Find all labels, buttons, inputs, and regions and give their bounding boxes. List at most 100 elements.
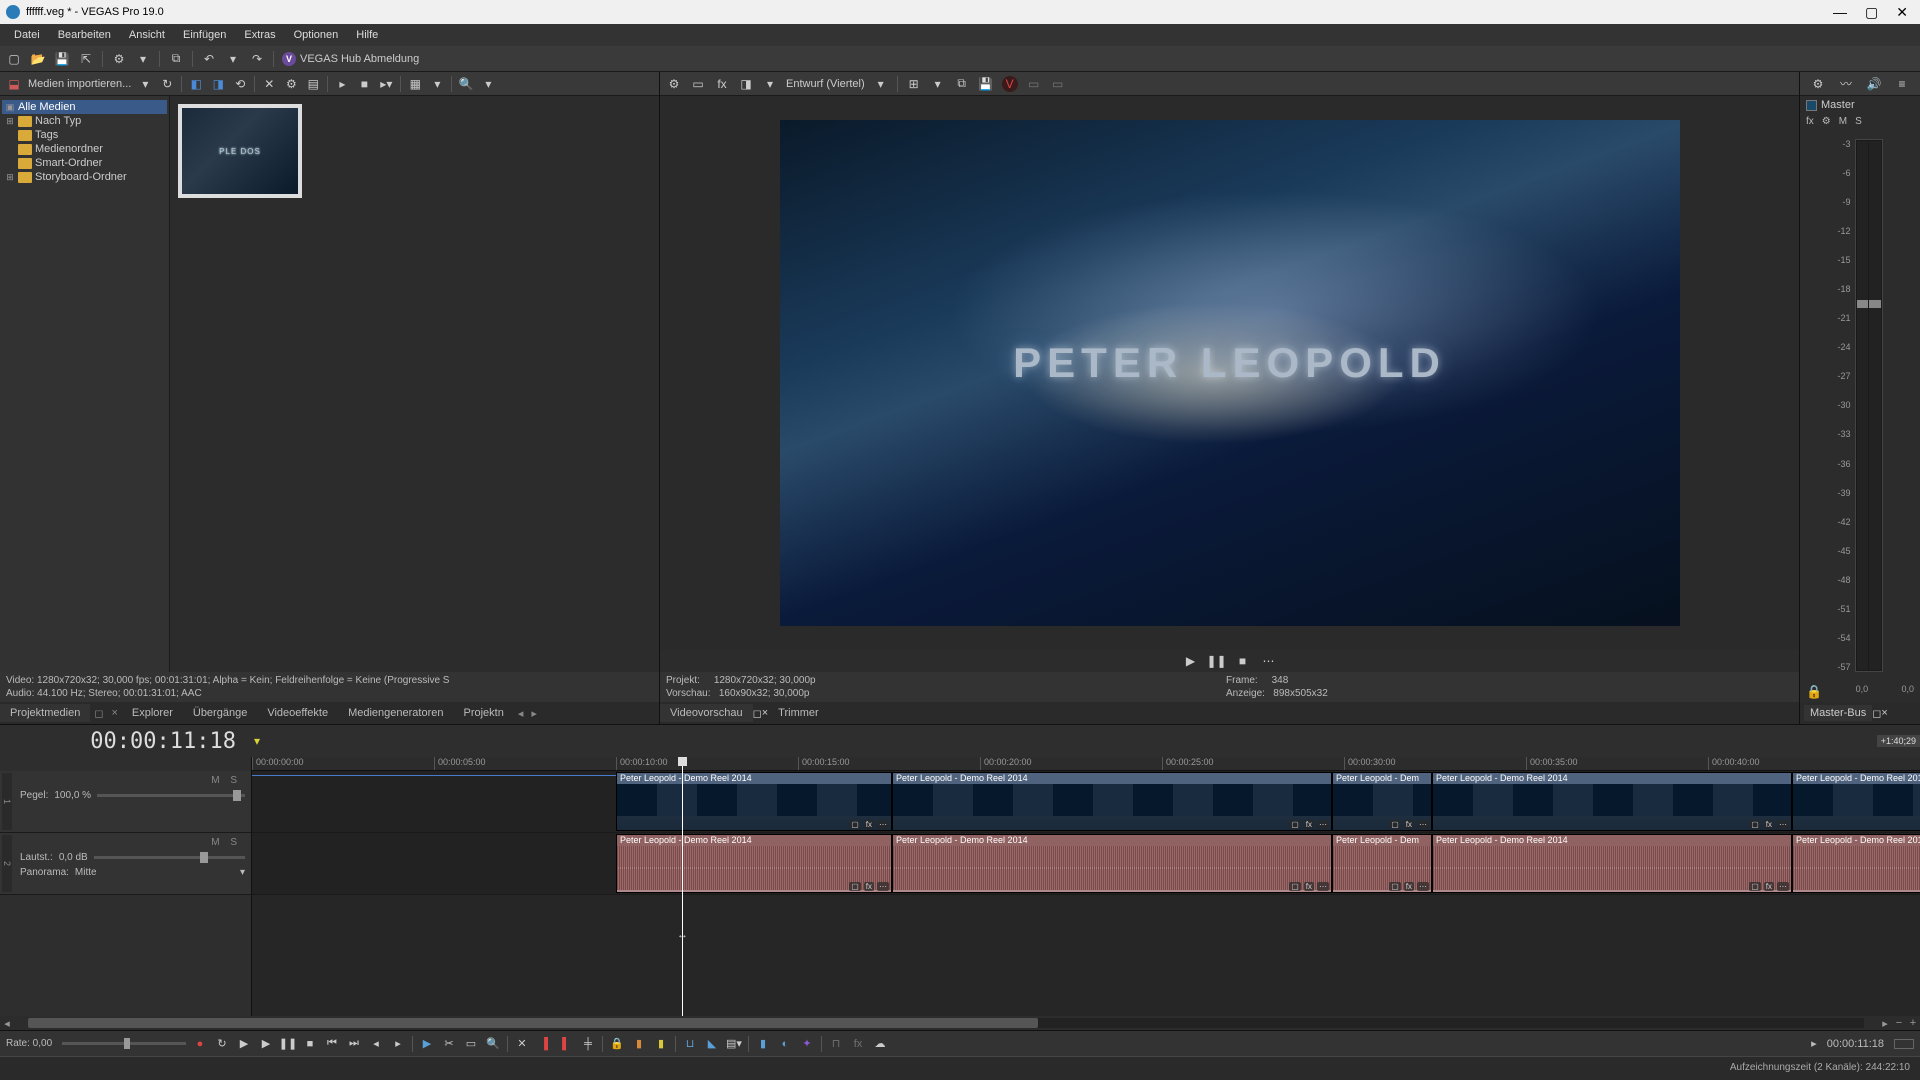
mixer-dim-icon[interactable]: 〰 bbox=[1838, 76, 1854, 92]
preview-grid-icon[interactable]: ⊞ bbox=[906, 76, 922, 92]
master-mute-button[interactable]: M bbox=[1839, 116, 1847, 127]
tabs-scroll-left-icon[interactable]: ◂ bbox=[514, 707, 528, 720]
audio-track-header[interactable]: 2 M S Lautst.: 0,0 dB Panorama: Mitte ▾ bbox=[0, 833, 251, 895]
tabs-scroll-right-icon[interactable]: ▸ bbox=[527, 707, 541, 720]
menu-optionen[interactable]: Optionen bbox=[286, 27, 347, 43]
video-clip[interactable]: Peter Leopold - Demo Reel 2014▢fx⋯ bbox=[616, 772, 892, 831]
play-start-button[interactable]: ▶ bbox=[236, 1036, 252, 1052]
mixer-settings-icon[interactable]: ⚙ bbox=[1810, 76, 1826, 92]
preview-fx-icon[interactable]: fx bbox=[714, 76, 730, 92]
video-track-header[interactable]: 1 M S Pegel: 100,0 % bbox=[0, 771, 251, 833]
menu-hilfe[interactable]: Hilfe bbox=[348, 27, 386, 43]
tab-close-icon[interactable]: × bbox=[107, 707, 121, 719]
minimize-button[interactable]: — bbox=[1833, 4, 1847, 21]
tree-tags[interactable]: Tags bbox=[2, 128, 167, 142]
video-clip[interactable]: Peter Leopold - Demo Reel 2014▢fx⋯ bbox=[892, 772, 1332, 831]
audio-clip[interactable]: Peter Leopold - Demo Reel 2014▢fx⋯ bbox=[616, 834, 892, 893]
upload-icon[interactable]: ☁ bbox=[872, 1036, 888, 1052]
tab-explorer[interactable]: Explorer bbox=[122, 704, 183, 722]
new-project-icon[interactable]: ▢ bbox=[6, 51, 22, 67]
menu-ansicht[interactable]: Ansicht bbox=[121, 27, 173, 43]
render-icon[interactable]: ⇱ bbox=[78, 51, 94, 67]
maximize-button[interactable]: ▢ bbox=[1865, 4, 1878, 21]
search-icon[interactable]: 🔍 bbox=[458, 76, 474, 92]
master-enable-checkbox[interactable] bbox=[1806, 100, 1817, 111]
video-track-mute-solo[interactable]: M S bbox=[211, 775, 241, 786]
tab-videoeffekte[interactable]: Videoeffekte bbox=[257, 704, 338, 722]
preview-quality-dropdown[interactable]: Entwurf (Viertel) bbox=[786, 78, 865, 90]
open-icon[interactable]: 📂 bbox=[30, 51, 46, 67]
preview-settings-icon[interactable]: ⚙ bbox=[666, 76, 682, 92]
video-clip[interactable]: Peter Leopold - Demo Reel 2014▢fx⋯ bbox=[1792, 772, 1920, 831]
tab-trimmer[interactable]: Trimmer bbox=[768, 704, 829, 722]
trim-end-icon[interactable]: ▌ bbox=[558, 1036, 574, 1052]
vegas-hub[interactable]: V VEGAS Hub Abmeldung bbox=[282, 52, 419, 66]
preview-overlays-dropdown-icon[interactable]: ▾ bbox=[930, 76, 946, 92]
redo-icon[interactable]: ↷ bbox=[249, 51, 265, 67]
tree-smart-ordner[interactable]: Smart-Ordner bbox=[2, 156, 167, 170]
media-thumbnail[interactable] bbox=[178, 104, 302, 198]
preview-vegas-icon[interactable]: V bbox=[1002, 76, 1018, 92]
menu-bearbeiten[interactable]: Bearbeiten bbox=[50, 27, 119, 43]
marker-orange-icon[interactable]: ▮ bbox=[631, 1036, 647, 1052]
preview-play-icon[interactable]: ▶ bbox=[1183, 653, 1199, 669]
stop-button[interactable]: ■ bbox=[302, 1036, 318, 1052]
quantize-icon[interactable]: ◣ bbox=[704, 1036, 720, 1052]
media-props-icon[interactable]: ⚙ bbox=[283, 76, 299, 92]
audio-clip[interactable]: Peter Leopold - Demo Reel 2014▢fx⋯ bbox=[1432, 834, 1792, 893]
audio-clip[interactable]: Peter Leopold - Dem▢fx⋯ bbox=[1332, 834, 1432, 893]
delete-icon[interactable]: ✕ bbox=[514, 1036, 530, 1052]
master-lock-icon[interactable]: 🔒 bbox=[1806, 684, 1822, 700]
mixer-downmix-icon[interactable]: 🔊 bbox=[1866, 76, 1882, 92]
preview-extra1-icon[interactable]: ▭ bbox=[1026, 76, 1042, 92]
tab-uebergaenge[interactable]: Übergänge bbox=[183, 704, 257, 722]
autofade-icon[interactable]: ◐ bbox=[777, 1036, 793, 1052]
next-frame-button[interactable]: ▸ bbox=[390, 1036, 406, 1052]
tag-blue-icon[interactable]: ◧ bbox=[188, 76, 204, 92]
rate-slider[interactable] bbox=[62, 1042, 186, 1045]
undo-dropdown-icon[interactable]: ▾ bbox=[225, 51, 241, 67]
color-curves-icon[interactable]: ✦ bbox=[799, 1036, 815, 1052]
go-end-button[interactable]: ⏭ bbox=[346, 1036, 362, 1052]
media-fx-icon[interactable]: ▤ bbox=[305, 76, 321, 92]
tab-projektmedien[interactable]: Projektmedien bbox=[0, 704, 90, 722]
preview-snapshot-icon[interactable]: ⧉ bbox=[954, 76, 970, 92]
tab-videovorschau[interactable]: Videovorschau bbox=[660, 704, 753, 722]
audio-clip[interactable]: Peter Leopold - Demo Reel 2014▢fx⋯ bbox=[892, 834, 1332, 893]
scroll-thumb[interactable] bbox=[28, 1018, 1038, 1028]
preview-split-dropdown-icon[interactable]: ▾ bbox=[762, 76, 778, 92]
tree-medienordner[interactable]: Medienordner bbox=[2, 142, 167, 156]
save-icon[interactable]: 💾 bbox=[54, 51, 70, 67]
menu-einfuegen[interactable]: Einfügen bbox=[175, 27, 234, 43]
tab-close3-icon[interactable]: × bbox=[1881, 707, 1887, 719]
master-fx-button[interactable]: fx bbox=[1806, 116, 1814, 127]
go-start-button[interactable]: ⏮ bbox=[324, 1036, 340, 1052]
video-track[interactable]: Peter Leopold - Demo Reel 2014▢fx⋯Peter … bbox=[252, 771, 1920, 833]
pause-button[interactable]: ❚❚ bbox=[280, 1036, 296, 1052]
import-media-button[interactable]: Medien importieren... bbox=[28, 78, 131, 90]
video-clip[interactable]: Peter Leopold - Demo Reel 2014▢fx⋯ bbox=[1432, 772, 1792, 831]
split-icon[interactable]: ╪ bbox=[580, 1036, 596, 1052]
prev-frame-button[interactable]: ◂ bbox=[368, 1036, 384, 1052]
zoom-in-icon[interactable]: + bbox=[1906, 1017, 1920, 1029]
preview-quality-dropdown-icon[interactable]: ▾ bbox=[873, 76, 889, 92]
timeline-timecode[interactable]: 00:00:11:18 bbox=[0, 729, 250, 754]
time-ruler[interactable]: 00:00:00:0000:00:05:0000:00:10:0000:00:1… bbox=[252, 757, 1920, 771]
search-dropdown-icon[interactable]: ▾ bbox=[480, 76, 496, 92]
menu-datei[interactable]: Datei bbox=[6, 27, 48, 43]
event-fx-icon[interactable]: fx bbox=[850, 1036, 866, 1052]
master-solo-button[interactable]: S bbox=[1855, 116, 1862, 127]
mixer-sliders-icon[interactable]: ≡ bbox=[1894, 76, 1910, 92]
selection-tool-icon[interactable]: ▭ bbox=[463, 1036, 479, 1052]
autoplay-icon[interactable]: ▸▾ bbox=[378, 76, 394, 92]
properties-icon[interactable]: ⚙ bbox=[111, 51, 127, 67]
copy-icon[interactable]: ⧉ bbox=[168, 51, 184, 67]
zoom-out-icon[interactable]: − bbox=[1892, 1017, 1906, 1029]
snap-icon[interactable]: ⊔ bbox=[682, 1036, 698, 1052]
audio-volume-slider[interactable] bbox=[94, 856, 245, 859]
preview-stop-icon[interactable]: ■ bbox=[1235, 653, 1251, 669]
autoripple-icon[interactable]: ▤▾ bbox=[726, 1036, 742, 1052]
tree-storyboard[interactable]: ⊞Storyboard-Ordner bbox=[2, 170, 167, 184]
play-button[interactable]: ▶ bbox=[258, 1036, 274, 1052]
audio-clip[interactable]: Peter Leopold - Demo Reel 2014▢fx⋯ bbox=[1792, 834, 1920, 893]
